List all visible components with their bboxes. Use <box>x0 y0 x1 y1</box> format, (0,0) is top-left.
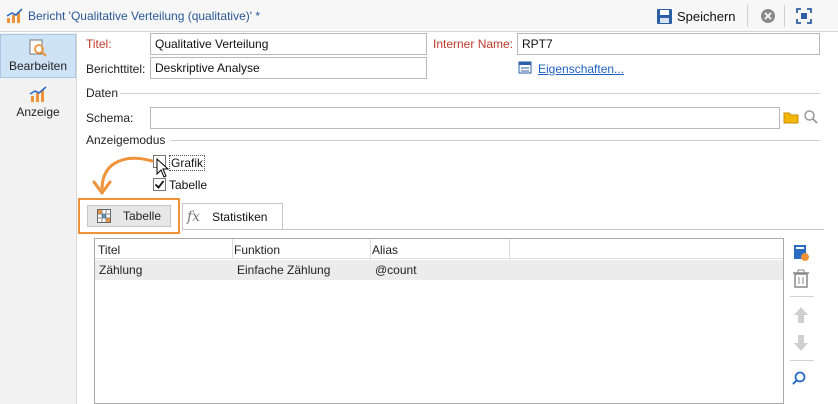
sidebar-item-bearbeiten[interactable]: Bearbeiten <box>0 34 76 78</box>
close-icon[interactable] <box>760 8 776 24</box>
interner-name-label: Interner Name: <box>433 37 514 51</box>
title-bar: Bericht 'Qualitative Verteilung (qualita… <box>0 0 838 32</box>
table-row[interactable]: Zählung Einfache Zählung @count <box>95 260 783 280</box>
toolbar-separator <box>790 296 814 297</box>
sidebar-item-anzeige[interactable]: Anzeige <box>0 81 76 125</box>
daten-section-label: Daten <box>86 86 119 100</box>
search-icon[interactable] <box>790 368 812 390</box>
column-divider <box>232 239 233 259</box>
column-header-alias[interactable]: Alias <box>372 243 398 257</box>
cell-alias: @count <box>375 263 417 277</box>
berichttitel-input[interactable] <box>150 57 427 79</box>
table-icon <box>96 209 111 223</box>
column-divider <box>370 239 371 259</box>
search-icon[interactable] <box>803 109 819 125</box>
toolbar-separator <box>784 5 785 27</box>
grafik-label: Grafik <box>169 155 206 171</box>
column-divider <box>509 239 510 259</box>
daten-section-header: Daten <box>86 86 820 100</box>
tabelle-label: Tabelle <box>169 178 208 192</box>
add-icon[interactable] <box>790 242 812 264</box>
sidebar: Bearbeiten Anzeige <box>0 33 77 404</box>
sidebar-item-label: Anzeige <box>16 105 60 119</box>
cell-funktion: Einfache Zählung <box>237 263 331 277</box>
chart-icon <box>29 86 47 102</box>
tab-statistiken[interactable]: fx Statistiken <box>182 203 283 229</box>
anzeigemodus-section-header: Anzeigemodus <box>86 133 820 147</box>
titel-input[interactable] <box>150 33 427 55</box>
toolbar-separator <box>747 5 748 27</box>
interner-name-input[interactable] <box>517 33 820 55</box>
tab-tabelle-highlight: Tabelle <box>78 198 180 234</box>
eigenschaften-link[interactable]: Eigenschaften... <box>538 62 624 76</box>
edit-search-icon <box>29 39 47 57</box>
berichttitel-label: Berichttitel: <box>86 62 146 76</box>
section-divider <box>120 93 820 94</box>
section-divider <box>170 140 820 141</box>
window-title: Bericht 'Qualitative Verteilung (qualita… <box>28 9 261 23</box>
tab-baseline <box>182 229 824 230</box>
save-button[interactable]: Speichern <box>656 6 736 26</box>
report-chart-icon <box>6 8 23 23</box>
table-header: Titel Funktion Alias <box>95 239 783 259</box>
save-label: Speichern <box>677 8 736 24</box>
schema-label: Schema: <box>86 111 134 125</box>
titel-label: Titel: <box>86 37 112 51</box>
column-header-funktion[interactable]: Funktion <box>234 243 280 257</box>
expand-icon[interactable] <box>796 8 812 24</box>
toolbar-separator <box>790 360 814 361</box>
tab-tabelle[interactable]: Tabelle <box>87 205 171 227</box>
mouse-cursor-icon <box>156 158 170 178</box>
anzeigemodus-section-label: Anzeigemodus <box>86 133 166 147</box>
tab-statistiken-label: Statistiken <box>212 209 268 224</box>
delete-icon[interactable] <box>790 268 812 290</box>
tab-tabelle-label: Tabelle <box>122 209 162 223</box>
move-up-icon[interactable] <box>790 304 812 326</box>
fx-icon: fx <box>187 208 201 225</box>
annotation-arrow <box>92 156 154 195</box>
save-icon <box>657 8 672 24</box>
folder-icon[interactable] <box>783 109 799 125</box>
statistics-table: Titel Funktion Alias Zählung Einfache Zä… <box>94 238 784 404</box>
cell-titel: Zählung <box>99 263 143 277</box>
properties-icon <box>518 61 532 74</box>
sidebar-item-label: Bearbeiten <box>8 59 68 73</box>
column-header-titel[interactable]: Titel <box>98 243 120 257</box>
schema-input[interactable] <box>150 107 780 129</box>
move-down-icon[interactable] <box>790 332 812 354</box>
